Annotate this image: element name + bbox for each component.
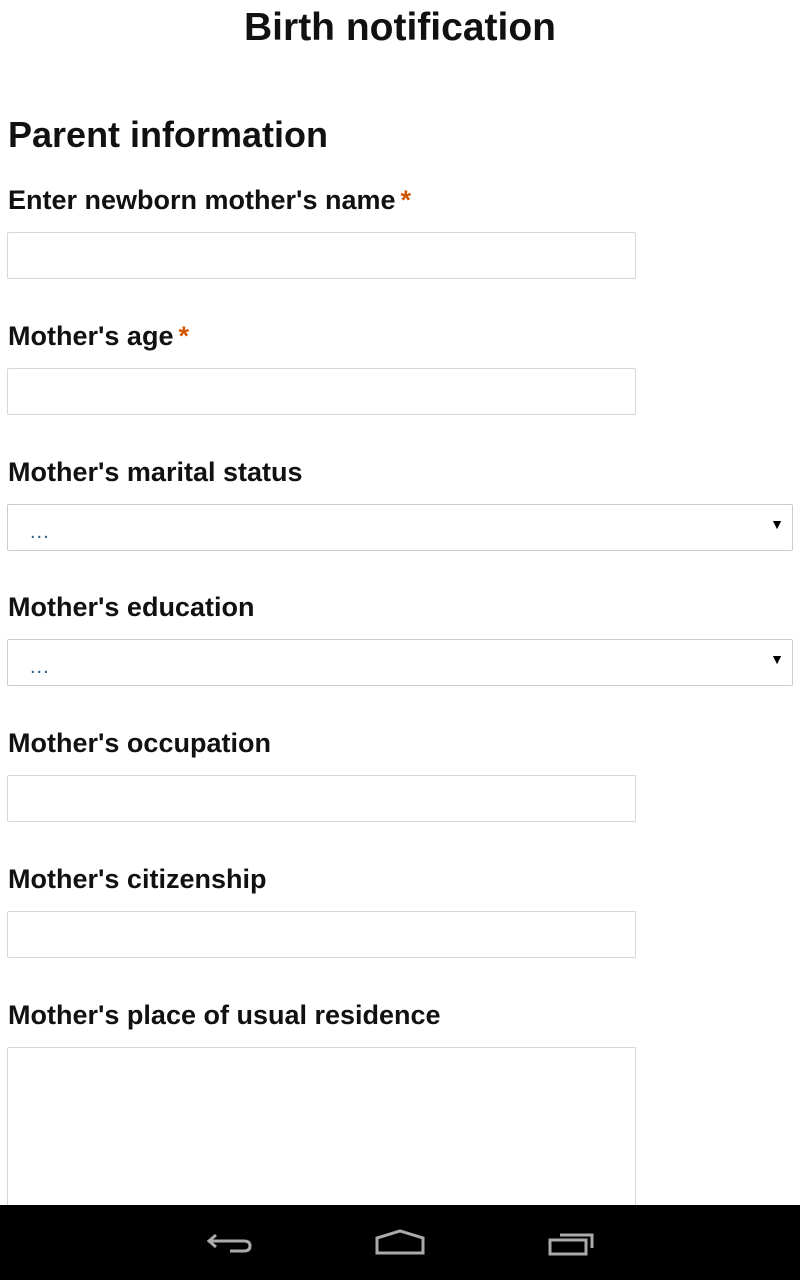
recent-apps-icon[interactable] [542,1225,602,1261]
dropdown-arrow-icon: ▼ [770,651,784,667]
education-select[interactable]: ... ▼ [7,639,793,686]
residence-label: Mother's place of usual residence [8,1000,441,1030]
required-marker: * [178,321,189,351]
page-title: Birth notification [244,6,556,49]
citizenship-label: Mother's citizenship [8,864,267,894]
marital-status-select[interactable]: ... ▼ [7,504,793,551]
navigation-bar [0,1205,800,1280]
occupation-label: Mother's occupation [8,728,271,758]
dropdown-arrow-icon: ▼ [770,516,784,532]
select-value: ... [30,521,50,543]
mother-name-label: Enter newborn mother's name * [8,185,412,215]
education-label: Mother's education [8,592,255,622]
marital-status-label: Mother's marital status [8,457,303,487]
mother-name-input[interactable] [7,232,636,279]
mother-age-label: Mother's age * [8,321,189,351]
home-icon[interactable] [370,1225,430,1261]
occupation-input[interactable] [7,775,636,822]
section-title: Parent information [8,114,329,155]
back-icon[interactable] [200,1225,260,1261]
citizenship-input[interactable] [7,911,636,958]
mother-age-input[interactable] [7,368,636,415]
required-marker: * [400,185,412,215]
select-value: ... [30,656,50,678]
